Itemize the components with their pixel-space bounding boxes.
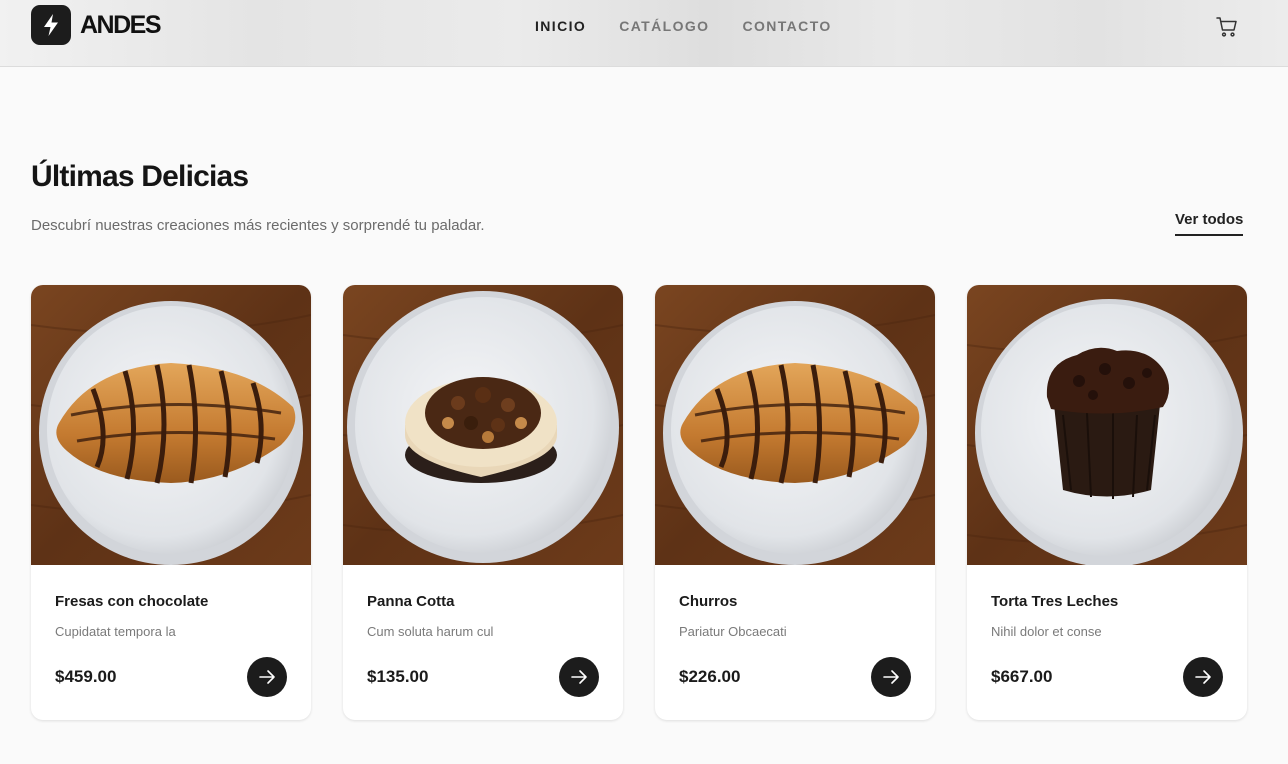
arrow-right-icon — [883, 670, 899, 684]
site-header: ANDES INICIO CATÁLOGO CONTACTO — [0, 0, 1288, 67]
product-card[interactable]: Fresas con chocolate Cupidatat tempora l… — [31, 285, 311, 720]
product-name: Churros — [679, 593, 738, 610]
product-card[interactable]: Panna Cotta Cum soluta harum cul $135.00 — [343, 285, 623, 720]
product-price: $667.00 — [991, 667, 1053, 686]
product-description: Nihil dolor et conse — [991, 624, 1102, 639]
nav-item-contacto[interactable]: CONTACTO — [742, 18, 831, 34]
main-nav: INICIO CATÁLOGO CONTACTO — [535, 18, 865, 34]
arrow-right-icon — [1195, 670, 1211, 684]
section-title: Últimas Delicias — [31, 160, 249, 193]
brand-name: ANDES — [80, 10, 162, 39]
arrow-right-icon — [259, 670, 275, 684]
view-product-button[interactable] — [1183, 657, 1223, 697]
view-product-button[interactable] — [247, 657, 287, 697]
product-card[interactable]: Churros Pariatur Obcaecati $226.00 — [655, 285, 935, 720]
muffin-image — [967, 285, 1247, 565]
nav-item-inicio[interactable]: INICIO — [535, 18, 586, 34]
product-price: $226.00 — [679, 667, 741, 686]
brand-logo[interactable]: ANDES — [31, 5, 162, 45]
croissant-image — [655, 285, 935, 565]
view-product-button[interactable] — [559, 657, 599, 697]
section-subtitle: Descubrí nuestras creaciones más recient… — [31, 217, 485, 234]
product-name: Fresas con chocolate — [55, 593, 209, 610]
nav-item-catalogo[interactable]: CATÁLOGO — [619, 18, 709, 34]
product-description: Cupidatat tempora la — [55, 624, 176, 639]
product-price: $135.00 — [367, 667, 429, 686]
product-name: Panna Cotta — [367, 593, 455, 610]
product-name: Torta Tres Leches — [991, 593, 1119, 610]
product-card[interactable]: Torta Tres Leches Nihil dolor et conse $… — [967, 285, 1247, 720]
arrow-right-icon — [571, 670, 587, 684]
product-description: Pariatur Obcaecati — [679, 624, 787, 639]
cheesecake-image — [343, 285, 623, 565]
product-price: $459.00 — [55, 667, 117, 686]
lightning-bolt-icon — [31, 5, 71, 45]
croissant-image — [31, 285, 311, 565]
view-product-button[interactable] — [871, 657, 911, 697]
cart-icon[interactable] — [1215, 15, 1239, 39]
product-description: Cum soluta harum cul — [367, 624, 494, 639]
view-all-link[interactable]: Ver todos — [1175, 211, 1244, 236]
